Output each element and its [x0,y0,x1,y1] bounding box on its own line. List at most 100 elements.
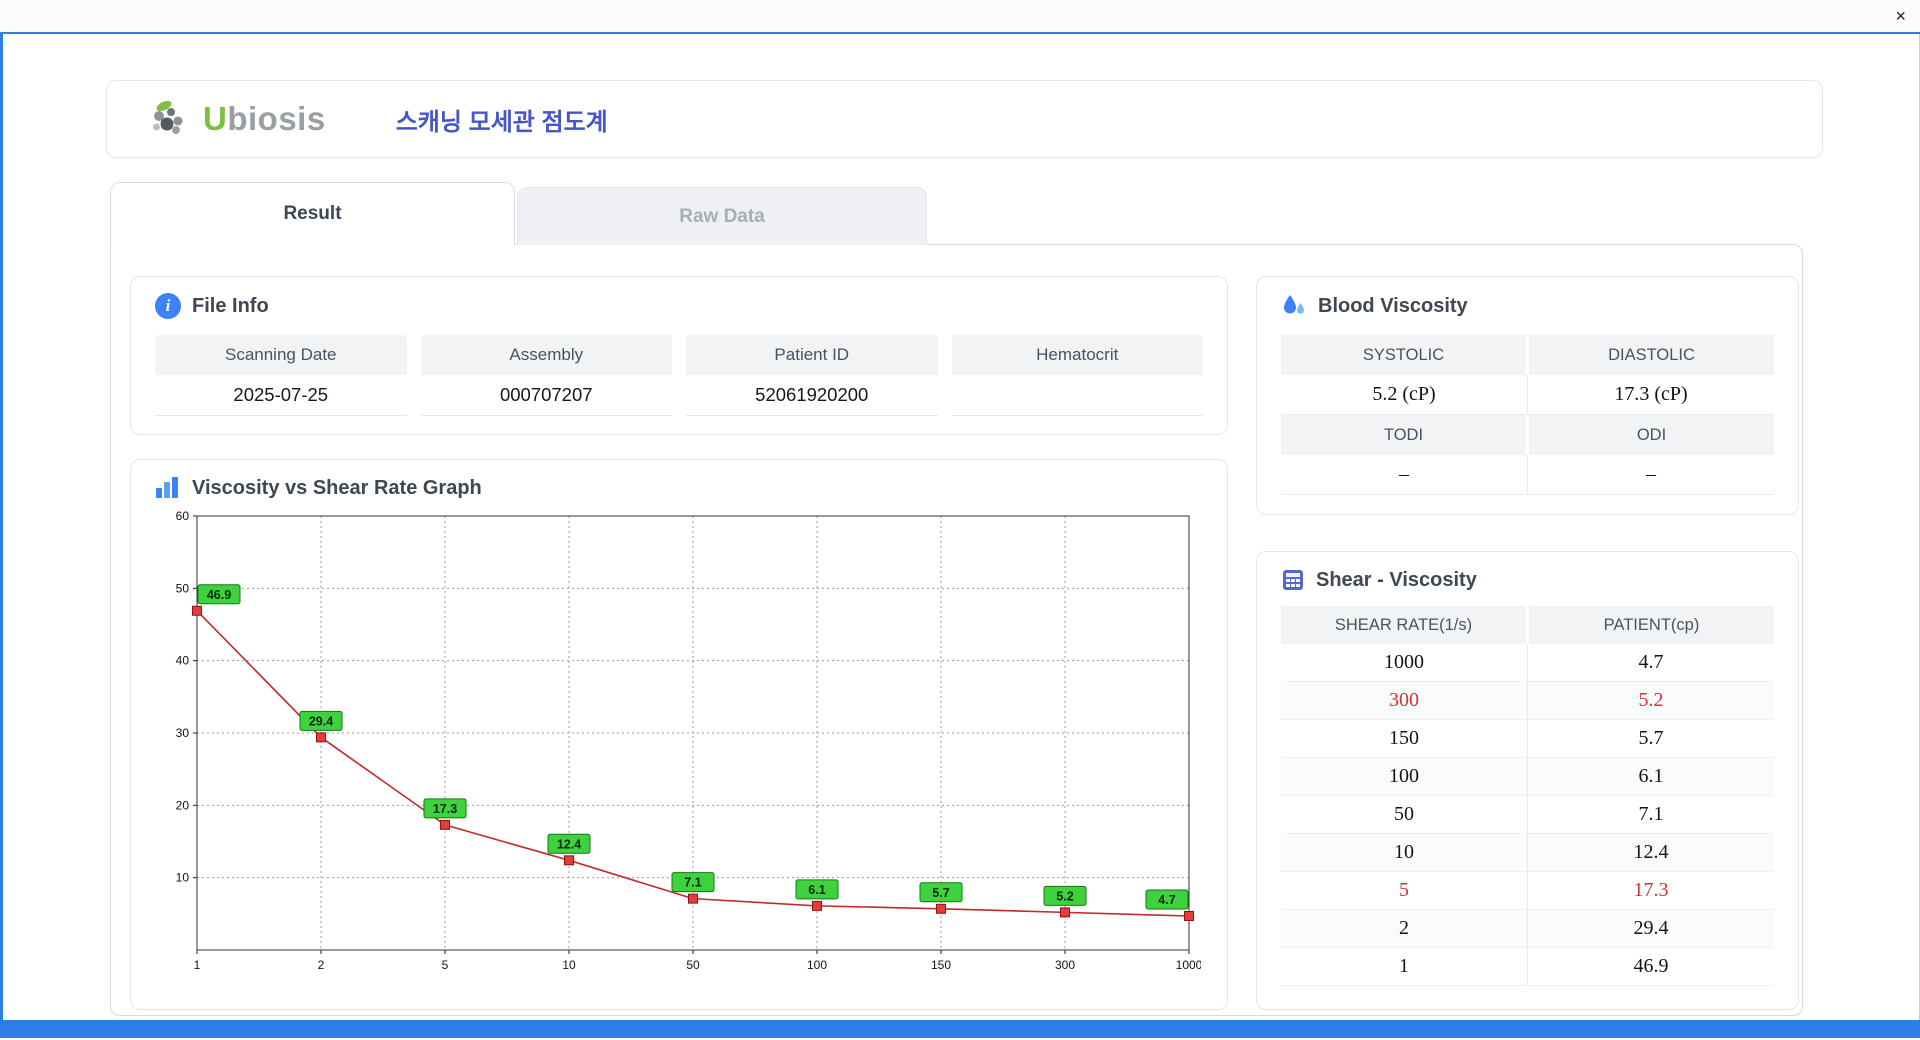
patient-cell: 29.4 [1527,910,1774,948]
close-icon[interactable]: × [1895,5,1906,27]
shear-viscosity-table: SHEAR RATE(1/s) PATIENT(cp) 1000 4.7 300 5.2 1… [1281,606,1774,986]
bv-value-cell: 5.2 (cP) [1281,375,1527,415]
y-tick-label: 40 [176,654,190,668]
table-row: 100 6.1 [1281,758,1774,796]
shear-rate-cell: 1000 [1281,644,1527,682]
bv-header-cell: SYSTOLIC [1281,335,1526,375]
blood-viscosity-card: Blood Viscosity SYSTOLIC DIASTOLIC 5.2 (cP… [1256,276,1799,515]
x-tick-label: 2 [318,958,325,972]
shear-rate-cell: 100 [1281,758,1527,796]
y-tick-label: 50 [176,581,190,595]
data-marker [688,893,698,904]
bv-value-cell: 17.3 (cP) [1527,375,1774,415]
logo-text-u: U [203,100,228,137]
field-value [951,375,1203,416]
bv-value-row: – – [1281,455,1774,495]
patient-cell: 6.1 [1527,758,1774,796]
y-tick-label: 20 [176,798,190,812]
app-window: Ubiosis 스캐닝 모세관 점도계 Result Raw Data i Fi… [0,34,1920,1020]
field-value: 52061920200 [686,375,938,416]
bv-header-row: TODI ODI [1281,415,1774,455]
file-info-card: i File Info Scanning Date 2025-07-25 Assem… [130,276,1228,435]
droplet-icon [1284,295,1304,314]
table-grid-icon [1283,570,1303,590]
y-tick-label: 10 [176,871,190,885]
ubiosis-logo: Ubiosis [149,98,326,140]
logo-text: Ubiosis [203,100,326,138]
x-tick-label: 10 [562,958,576,972]
point-label: 12.4 [557,837,581,851]
bv-value-cell: – [1527,455,1774,495]
table-row: 5 17.3 [1281,872,1774,910]
tab-raw-data[interactable]: Raw Data [517,187,927,245]
point-label: 6.1 [808,883,825,897]
patient-cell: 4.7 [1527,644,1774,682]
sv-header-row: SHEAR RATE(1/s) PATIENT(cp) [1281,606,1774,644]
table-row: 150 5.7 [1281,720,1774,758]
sv-header-cell: PATIENT(cp) [1526,606,1774,644]
graph-title: Viscosity vs Shear Rate Graph [192,476,482,499]
file-info-field: Patient ID 52061920200 [686,335,938,416]
point-label: 5.7 [932,886,949,900]
shear-rate-cell: 10 [1281,834,1527,872]
data-marker [812,900,822,911]
shear-rate-cell: 5 [1281,872,1527,910]
x-tick-label: 1000 [1176,958,1201,972]
field-value: 2025-07-25 [155,375,407,416]
titlebar: × [0,0,1920,34]
bv-header-row: SYSTOLIC DIASTOLIC [1281,335,1774,375]
header-card: Ubiosis 스캐닝 모세관 점도계 [106,80,1823,158]
logo-icon [153,100,183,134]
point-label: 7.1 [684,876,701,890]
data-marker [564,855,574,866]
table-row: 50 7.1 [1281,796,1774,834]
field-label: Scanning Date [155,335,407,375]
table-row: 1 46.9 [1281,948,1774,986]
bv-header-cell: TODI [1281,415,1526,455]
file-info-field: Assembly 000707207 [420,335,672,416]
x-tick-label: 300 [1055,958,1075,972]
tab-bar: Result Raw Data [110,182,927,247]
y-tick-label: 60 [176,509,190,523]
field-label: Hematocrit [951,335,1203,375]
shear-viscosity-title: Shear - Viscosity [1316,568,1477,591]
point-label: 5.2 [1056,889,1073,903]
point-label: 4.7 [1158,893,1175,907]
data-marker [1184,911,1194,922]
file-info-title-row: i File Info [155,293,1203,319]
bv-value-cell: – [1281,455,1527,495]
patient-cell: 17.3 [1527,872,1774,910]
bv-value-row: 5.2 (cP) 17.3 (cP) [1281,375,1774,415]
shear-rate-cell: 50 [1281,796,1527,834]
file-info-fields: Scanning Date 2025-07-25 Assembly 000707207… [155,335,1203,416]
table-row: 10 12.4 [1281,834,1774,872]
point-label: 46.9 [207,588,231,602]
shear-viscosity-card: Shear - Viscosity SHEAR RATE(1/s) PATIENT… [1256,551,1799,1010]
viscosity-chart-svg: 10 20 30 40 50 60 1 2 5 10 50 100 150 300 1000 46.9 29.4… [176,509,1203,972]
patient-cell: 12.4 [1527,834,1774,872]
bottom-accent-bar [0,1020,1920,1038]
data-marker [192,605,202,616]
sv-header-cell: SHEAR RATE(1/s) [1281,606,1526,644]
data-marker [1060,907,1070,918]
shear-rate-cell: 300 [1281,682,1527,720]
table-row: 2 29.4 [1281,910,1774,948]
viscosity-chart: 10 20 30 40 50 60 1 2 5 10 50 100 150 300 1000 46.9 29.4… [161,508,1203,983]
x-tick-label: 5 [442,958,449,972]
field-label: Patient ID [686,335,938,375]
file-info-field: Scanning Date 2025-07-25 [155,335,407,416]
shear-rate-cell: 1 [1281,948,1527,986]
blood-viscosity-table: SYSTOLIC DIASTOLIC 5.2 (cP) 17.3 (cP) TODI OD… [1281,335,1774,495]
x-tick-label: 100 [807,958,827,972]
result-panel: i File Info Scanning Date 2025-07-25 Assem… [110,244,1803,1016]
field-label: Assembly [420,335,672,375]
tab-result[interactable]: Result [110,182,515,247]
table-row: 1000 4.7 [1281,644,1774,682]
info-icon: i [155,293,181,319]
x-tick-label: 150 [931,958,951,972]
data-marker [316,732,326,743]
table-row: 300 5.2 [1281,682,1774,720]
shear-viscosity-title-row: Shear - Viscosity [1281,568,1774,592]
bv-header-cell: ODI [1526,415,1774,455]
blood-viscosity-title: Blood Viscosity [1318,294,1468,317]
